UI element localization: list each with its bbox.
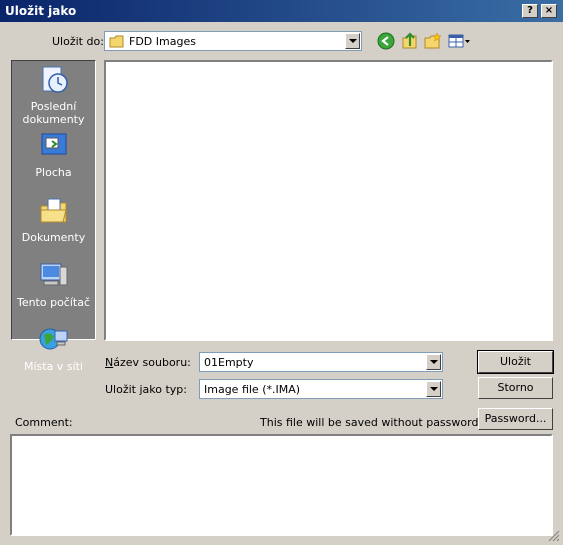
place-my-computer[interactable]: Tento počítač	[12, 261, 95, 309]
save-in-value: FDD Images	[129, 35, 196, 48]
comment-textarea[interactable]	[10, 434, 553, 536]
save-in-combo[interactable]: FDD Images	[104, 31, 362, 51]
recent-documents-icon	[42, 66, 68, 93]
password-button[interactable]: Password...	[478, 408, 553, 430]
comment-label: Comment:	[15, 416, 73, 429]
close-button[interactable]: ×	[541, 4, 557, 18]
save-in-dropdown-arrow[interactable]	[345, 33, 360, 49]
file-type-select[interactable]: Image file (*.IMA)	[199, 379, 443, 399]
place-label: Dokumenty	[21, 231, 86, 244]
save-in-label: Uložit do:	[52, 35, 104, 48]
places-bar: Poslední dokumenty Plocha Dokumenty Tent…	[11, 60, 96, 373]
save-as-dialog: Uložit jako ? × Uložit do: FDD Images Po…	[0, 0, 563, 545]
place-label: Plocha	[35, 166, 72, 179]
desktop-icon	[41, 133, 66, 155]
save-button[interactable]: Uložit	[477, 350, 554, 374]
view-menu-icon[interactable]	[448, 32, 472, 50]
place-label: Poslední	[30, 100, 77, 113]
title-bar[interactable]: Uložit jako ? ×	[0, 0, 563, 22]
up-folder-icon[interactable]	[401, 32, 419, 50]
place-documents[interactable]: Dokumenty	[12, 196, 95, 244]
file-list[interactable]	[104, 60, 553, 341]
documents-folder-icon	[40, 198, 67, 223]
file-name-dropdown-arrow[interactable]	[426, 354, 441, 370]
file-name-value: 01Empty	[204, 356, 254, 369]
folder-icon	[109, 35, 124, 48]
file-name-input[interactable]: 01Empty	[199, 352, 443, 372]
back-icon[interactable]	[377, 32, 395, 50]
place-label: Místa v síti	[24, 360, 83, 373]
file-name-label: Název souboru:	[105, 356, 191, 369]
file-type-dropdown-arrow[interactable]	[426, 381, 441, 397]
file-name-label-text: ázev souboru:	[113, 356, 191, 369]
place-label: Tento počítač	[16, 296, 91, 309]
network-places-icon	[39, 328, 67, 350]
place-recent-documents[interactable]: Poslední dokumenty	[12, 65, 95, 126]
resize-grip-icon[interactable]	[547, 529, 561, 543]
place-label: dokumenty	[22, 113, 85, 126]
file-type-label: Uložit jako typ:	[105, 383, 187, 396]
help-button[interactable]: ?	[522, 4, 538, 18]
password-status-text: This file will be saved without password	[260, 416, 479, 429]
my-computer-icon	[40, 263, 67, 286]
new-folder-icon[interactable]	[424, 32, 442, 50]
file-type-value: Image file (*.IMA)	[204, 383, 301, 396]
place-desktop[interactable]: Plocha	[12, 131, 95, 179]
window-title: Uložit jako	[5, 4, 77, 18]
cancel-button[interactable]: Storno	[478, 377, 553, 399]
place-network[interactable]: Místa v síti	[12, 325, 95, 373]
